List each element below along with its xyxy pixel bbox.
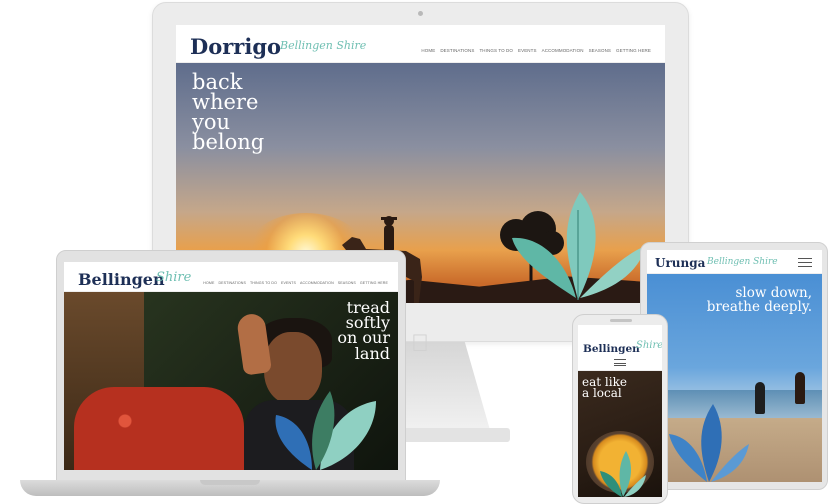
site-header: Bellingen Shire HOME DESTINATIONS THINGS…	[64, 262, 398, 292]
phone-screen: Bellingen Shire eat like a local	[578, 325, 662, 497]
hero-line: belong	[192, 129, 265, 154]
brand-subtitle: Shire	[156, 270, 192, 285]
nav-getting-here[interactable]: GETTING HERE	[616, 48, 651, 53]
nav-things-to-do[interactable]: THINGS TO DO	[479, 48, 513, 53]
nav-seasons[interactable]: SEASONS	[338, 281, 356, 285]
leaf-illustration	[512, 192, 646, 300]
brand-logo[interactable]: Urunga	[655, 256, 705, 270]
hamburger-menu-icon[interactable]	[798, 258, 812, 267]
site-header: Dorrigo Bellingen Shire HOME DESTINATION…	[176, 25, 665, 63]
surfer-figure	[755, 382, 765, 414]
nav-getting-here[interactable]: GETTING HERE	[360, 281, 388, 285]
site-header: Bellingen Shire	[578, 325, 662, 371]
brand-subtitle: Shire	[636, 340, 662, 351]
nav-accommodation[interactable]: ACCOMMODATION	[300, 281, 334, 285]
hero-headline: slow down, breathe deeply.	[706, 285, 812, 316]
laptop-notch	[200, 480, 260, 485]
nav-destinations[interactable]: DESTINATIONS	[440, 48, 474, 53]
nav-destinations[interactable]: DESTINATIONS	[218, 281, 246, 285]
nav-accommodation[interactable]: ACCOMMODATION	[542, 48, 584, 53]
site-header: Urunga Bellingen Shire	[647, 250, 822, 274]
hand	[235, 312, 273, 376]
brand-logo[interactable]: Bellingen	[78, 270, 165, 289]
nav-events[interactable]: EVENTS	[281, 281, 296, 285]
brand-subtitle: Bellingen Shire	[280, 39, 367, 52]
camera-icon	[418, 11, 423, 16]
hamburger-menu-icon[interactable]	[614, 359, 626, 366]
surfer-figure	[795, 372, 805, 404]
person-shirt	[74, 387, 244, 470]
hero-headline: tread softly on our land	[337, 299, 390, 363]
leaf-illustration	[669, 404, 749, 482]
leaf-illustration	[600, 451, 646, 497]
main-nav: HOME DESTINATIONS THINGS TO DO EVENTS AC…	[203, 281, 388, 285]
hero-line: breathe deeply.	[706, 299, 812, 316]
nav-home[interactable]: HOME	[203, 281, 214, 285]
nav-home[interactable]: HOME	[421, 48, 435, 53]
nav-things-to-do[interactable]: THINGS TO DO	[250, 281, 277, 285]
brand-logo[interactable]: Dorrigo	[190, 34, 281, 59]
tablet-screen: Urunga Bellingen Shire slow down, breath…	[647, 250, 822, 482]
brand-subtitle: Bellingen Shire	[707, 257, 778, 267]
hero-headline: back where you belong	[192, 72, 265, 154]
phone-speaker	[610, 319, 632, 322]
hero-image: eat like a local	[578, 371, 662, 497]
brand-logo[interactable]: Bellingen	[583, 343, 640, 355]
hero-line: slow down,	[735, 285, 812, 301]
laptop-screen: Bellingen Shire HOME DESTINATIONS THINGS…	[64, 262, 398, 470]
leaf-illustration	[275, 391, 376, 470]
apple-logo-icon: 	[409, 331, 431, 357]
nav-seasons[interactable]: SEASONS	[589, 48, 611, 53]
hero-image: tread softly on our land	[64, 292, 398, 470]
hero-headline: eat like a local	[582, 376, 627, 401]
main-nav: HOME DESTINATIONS THINGS TO DO EVENTS AC…	[421, 48, 651, 53]
hero-line: a local	[582, 386, 622, 401]
nav-events[interactable]: EVENTS	[518, 48, 537, 53]
hero-line: land	[354, 343, 390, 363]
